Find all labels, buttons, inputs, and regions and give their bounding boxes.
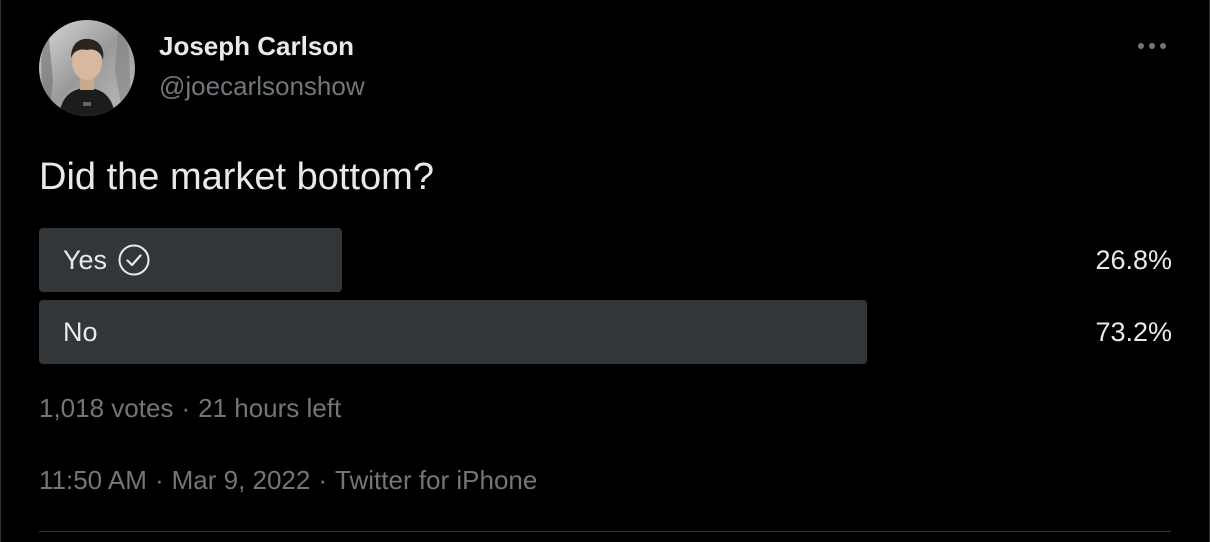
poll-option-yes: Yes 26.8% [39,228,1172,292]
poll-time-left: 21 hours left [198,393,342,423]
tweet-time[interactable]: 11:50 AM [39,465,147,495]
poll-votes: 1,018 votes [39,393,174,423]
poll-percent-yes: 26.8% [1095,244,1172,275]
poll-bar-no [39,300,867,364]
divider [39,531,1171,532]
separator: · [154,465,164,495]
poll-percent-no: 73.2% [1095,316,1172,347]
more-horizontal-icon [1138,43,1166,49]
card-border-left [0,0,1,542]
poll-meta: 1,018 votes · 21 hours left [39,391,341,425]
separator: · [318,465,328,495]
tweet-source[interactable]: Twitter for iPhone [335,465,537,495]
poll-label-no: No [63,300,98,364]
tweet-text: Did the market bottom? [39,156,434,198]
avatar-image [39,20,135,116]
poll-option-label: No [63,316,98,347]
poll-option-no: No 73.2% [39,300,1172,364]
more-options-button[interactable] [1134,30,1170,62]
tweet-card: Joseph Carlson @joecarlsonshow Did the m… [0,0,1210,542]
check-circle-icon [117,243,151,277]
tweet-author: Joseph Carlson @joecarlsonshow [159,30,365,102]
author-name[interactable]: Joseph Carlson [159,30,365,62]
avatar[interactable] [39,20,135,116]
separator: · [181,393,191,423]
author-handle[interactable]: @joecarlsonshow [159,70,365,102]
tweet-timestamp: 11:50 AM · Mar 9, 2022 · Twitter for iPhone [39,463,537,497]
poll-label-yes: Yes [63,228,151,292]
tweet-date[interactable]: Mar 9, 2022 [172,465,311,495]
poll-option-label: Yes [63,244,108,275]
